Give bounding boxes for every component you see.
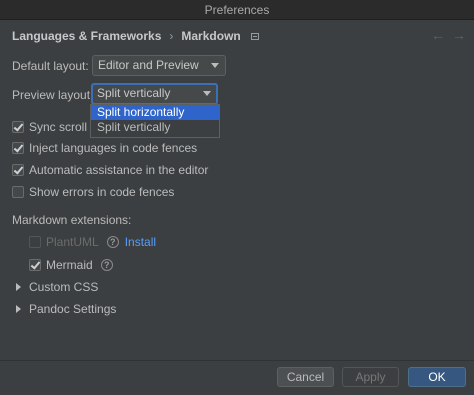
custom-css-expander[interactable]: Custom CSS [16,280,98,294]
checkbox-unchecked [29,236,41,248]
chevron-down-icon [203,91,211,96]
window-title: Preferences [204,3,270,17]
checkbox-label: Mermaid [46,258,93,272]
pandoc-settings-expander[interactable]: Pandoc Settings [16,302,116,316]
chevron-right-icon [16,305,21,313]
preview-layout-select[interactable]: Split vertically [91,83,218,105]
checkbox-checked[interactable] [12,164,24,176]
inject-languages-checkbox[interactable]: Inject languages in code fences [12,141,197,155]
expander-label: Pandoc Settings [29,302,117,316]
breadcrumb-current: Markdown [181,29,241,43]
help-icon[interactable]: ? [100,259,113,271]
breadcrumb: Languages & Frameworks › Markdown [12,28,259,44]
checkbox-label: Inject languages in code fences [29,141,198,155]
install-link[interactable]: Install [125,235,156,249]
forward-arrow-icon[interactable]: → [452,28,466,42]
plantuml-checkbox: PlantUML ? Install [29,235,156,249]
checkbox-checked[interactable] [29,259,41,271]
preview-layout-label: Preview layout: [12,88,94,102]
checkbox-checked[interactable] [12,142,24,154]
mermaid-checkbox[interactable]: Mermaid ? [29,258,113,272]
footer-divider [0,360,474,361]
show-errors-checkbox[interactable]: Show errors in code fences [12,185,174,199]
cancel-button[interactable]: Cancel [277,367,334,387]
breadcrumb-parent[interactable]: Languages & Frameworks [12,29,161,43]
option-split-horizontally[interactable]: Split horizontally [91,105,219,120]
markdown-extensions-heading: Markdown extensions: [12,213,132,227]
checkbox-checked[interactable] [12,121,24,133]
project-settings-icon [250,32,259,40]
preview-layout-dropdown: Split horizontally Split vertically [90,104,220,138]
chevron-right-icon [16,283,21,291]
sync-scroll-checkbox[interactable]: Sync scroll in [12,120,100,134]
checkbox-label: Automatic assistance in the editor [29,163,209,177]
default-layout-select[interactable]: Editor and Preview [92,55,226,76]
preview-layout-value: Split vertically [97,86,171,100]
checkbox-label: PlantUML [46,235,99,249]
apply-button[interactable]: Apply [342,367,399,387]
ok-button[interactable]: OK [408,367,466,387]
chevron-down-icon [211,63,219,68]
option-split-vertically[interactable]: Split vertically [91,120,219,135]
automatic-assistance-checkbox[interactable]: Automatic assistance in the editor [12,163,208,177]
expander-label: Custom CSS [29,280,99,294]
checkbox-label: Show errors in code fences [29,185,175,199]
help-icon[interactable]: ? [106,236,119,248]
default-layout-label: Default layout: [12,59,89,73]
back-arrow-icon[interactable]: ← [431,28,445,42]
window-titlebar: Preferences [0,0,474,20]
breadcrumb-separator: › [169,29,174,43]
checkbox-unchecked[interactable] [12,186,24,198]
default-layout-value: Editor and Preview [98,58,199,72]
